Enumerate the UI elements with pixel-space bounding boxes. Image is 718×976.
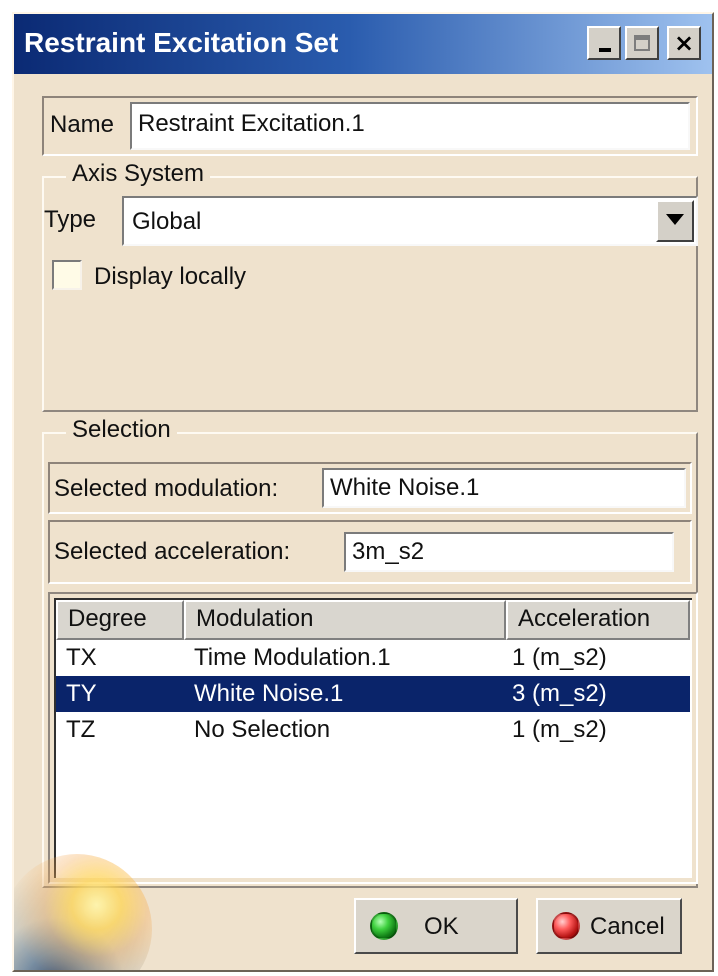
- display-locally-label: Display locally: [94, 263, 247, 290]
- column-header-degree[interactable]: Degree: [56, 600, 184, 640]
- name-input[interactable]: Restraint Excitation.1: [130, 102, 690, 150]
- column-header-acceleration[interactable]: Acceleration: [506, 600, 690, 640]
- close-button[interactable]: ×: [667, 26, 701, 60]
- green-ball-icon: [370, 912, 398, 940]
- table-cell-modulation: Time Modulation.1: [194, 644, 391, 671]
- maximize-icon: [634, 35, 650, 51]
- ok-label: OK: [424, 913, 459, 940]
- selection-table[interactable]: Degree Modulation Acceleration TX Time M…: [54, 598, 692, 878]
- selection-title: Selection: [66, 416, 177, 444]
- restraint-excitation-dialog: Restraint Excitation Set × Name Restrain…: [12, 12, 714, 972]
- type-dropdown-button[interactable]: [656, 200, 694, 242]
- chevron-down-icon: [666, 214, 684, 225]
- name-label: Name: [50, 111, 115, 138]
- table-cell-degree: TZ: [66, 716, 96, 743]
- selected-modulation-row: Selected modulation: White Noise.1: [48, 462, 692, 514]
- type-select-value: Global: [132, 208, 202, 235]
- minimize-icon: [599, 48, 611, 52]
- table-cell-modulation: No Selection: [194, 716, 331, 743]
- title-bar[interactable]: Restraint Excitation Set ×: [14, 14, 712, 74]
- maximize-button[interactable]: [625, 26, 659, 60]
- ok-button[interactable]: OK: [354, 898, 518, 954]
- column-header-modulation[interactable]: Modulation: [184, 600, 506, 640]
- selected-modulation-input[interactable]: White Noise.1: [322, 468, 686, 508]
- selected-modulation-label: Selected modulation:: [54, 475, 279, 502]
- table-row-selected[interactable]: TY White Noise.1 3 (m_s2): [56, 676, 690, 712]
- axis-system-title: Axis System: [66, 160, 211, 188]
- selection-table-frame: Degree Modulation Acceleration TX Time M…: [48, 592, 698, 884]
- table-cell-acceleration: 1 (m_s2): [512, 716, 607, 743]
- cancel-button[interactable]: Cancel: [536, 898, 682, 954]
- red-ball-icon: [552, 912, 580, 940]
- table-row[interactable]: TZ No Selection 1 (m_s2): [56, 712, 690, 748]
- selected-acceleration-input[interactable]: 3m_s2: [344, 532, 674, 572]
- table-cell-degree: TY: [66, 680, 97, 707]
- close-icon: ×: [673, 29, 695, 57]
- type-select[interactable]: Global: [122, 196, 698, 246]
- table-cell-acceleration: 3 (m_s2): [512, 680, 607, 707]
- selected-acceleration-row: Selected acceleration: 3m_s2: [48, 520, 692, 584]
- table-cell-acceleration: 1 (m_s2): [512, 644, 607, 671]
- selected-acceleration-label: Selected acceleration:: [54, 538, 291, 565]
- display-locally-checkbox[interactable]: [52, 260, 82, 290]
- minimize-button[interactable]: [587, 26, 621, 60]
- table-cell-modulation: White Noise.1: [194, 680, 344, 707]
- window-title: Restraint Excitation Set: [24, 27, 339, 58]
- name-row: Name Restraint Excitation.1: [42, 96, 698, 156]
- cancel-label: Cancel: [590, 913, 665, 940]
- table-row[interactable]: TX Time Modulation.1 1 (m_s2): [56, 640, 690, 676]
- table-cell-degree: TX: [66, 644, 97, 671]
- type-label: Type: [44, 206, 97, 233]
